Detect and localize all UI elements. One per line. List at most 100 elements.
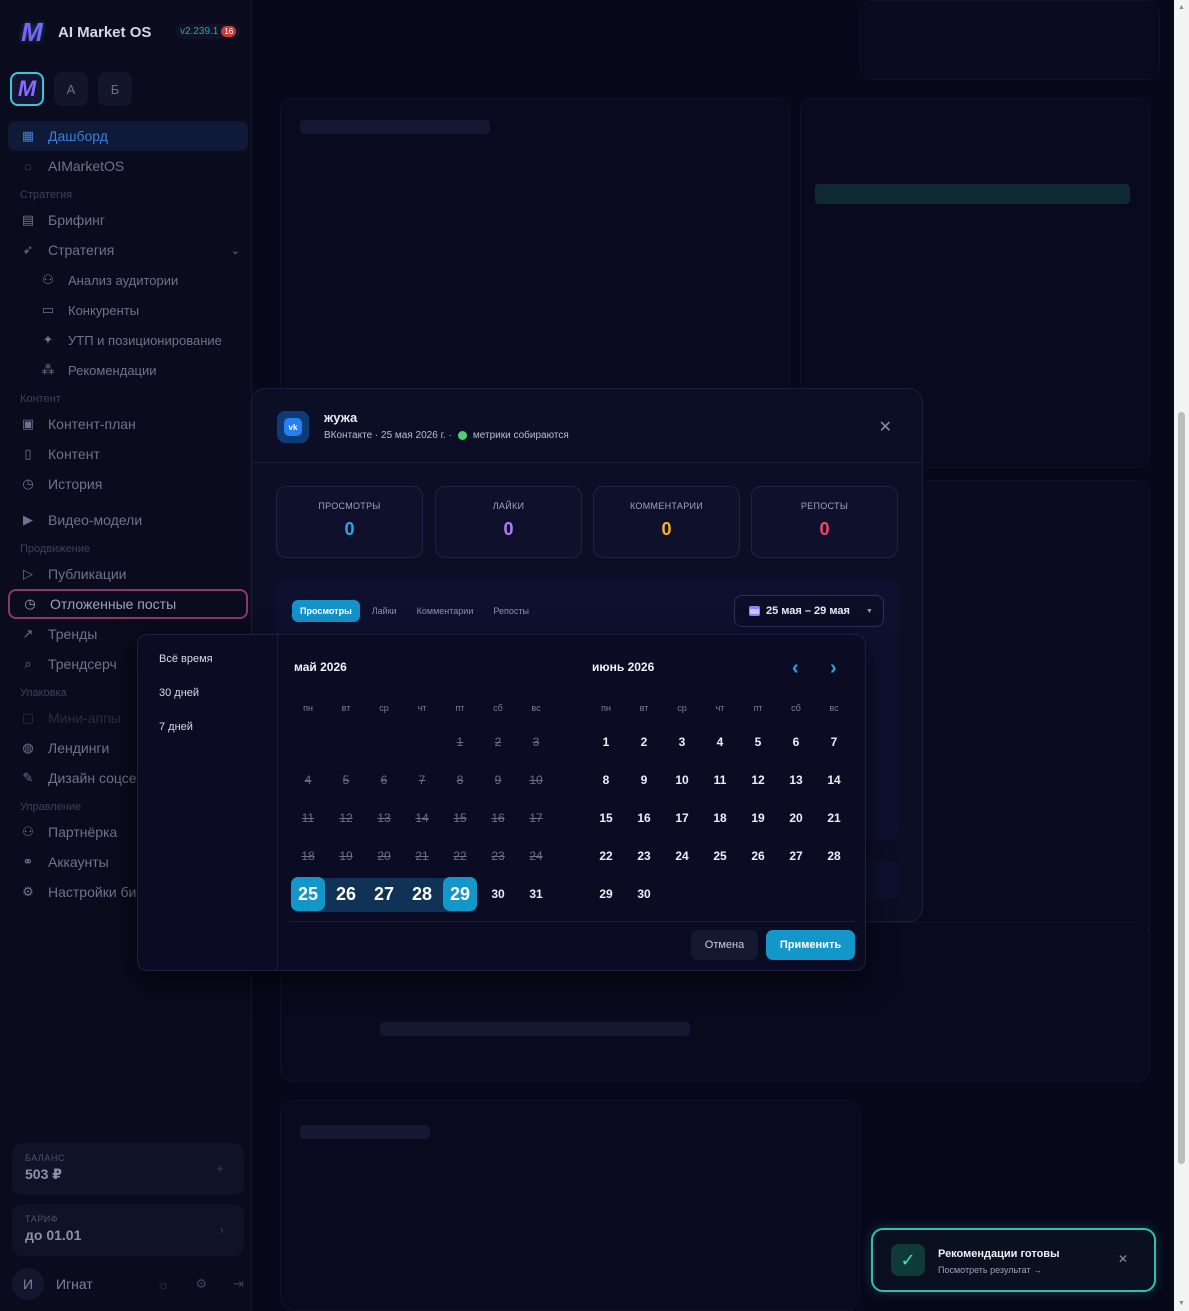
calendar-day[interactable]: 27 xyxy=(779,839,813,873)
calendar-day[interactable]: 9 xyxy=(627,763,661,797)
weekday-label: ср xyxy=(677,703,687,713)
rocket-icon: ➶ xyxy=(22,242,34,257)
sidebar-item-strategy[interactable]: ➶ Стратегия ⌄ xyxy=(8,235,248,265)
calendar-day[interactable]: 1 xyxy=(589,725,623,759)
calendar-day[interactable]: 12 xyxy=(741,763,775,797)
calendar-day[interactable]: 7 xyxy=(817,725,851,759)
toast-link[interactable]: Посмотреть результат → xyxy=(938,1265,1042,1275)
send-icon: ▷ xyxy=(23,566,33,581)
metric-card: ПРОСМОТРЫ 0 xyxy=(276,486,423,558)
logout-icon[interactable]: ⇥ xyxy=(233,1276,244,1292)
chevron-right-icon[interactable]: › xyxy=(830,657,837,680)
preset-30-days[interactable]: 30 дней xyxy=(159,687,199,699)
sidebar-item-scheduled[interactable]: ◷ Отложенные посты xyxy=(8,589,248,619)
calendar-day[interactable]: 24 xyxy=(665,839,699,873)
cancel-button[interactable]: Отмена xyxy=(691,930,758,960)
calendar-day[interactable]: 29 xyxy=(589,877,623,911)
sidebar-item-dashboard[interactable]: ▦ Дашборд xyxy=(8,121,248,151)
scroll-up-arrow-icon[interactable]: ▲ xyxy=(1178,4,1185,11)
avatar[interactable]: И xyxy=(12,1268,44,1300)
plus-icon[interactable]: + xyxy=(216,1161,224,1176)
calendar-day[interactable]: 20 xyxy=(779,801,813,835)
calendar-day[interactable]: 27 xyxy=(367,877,401,911)
metric-tab[interactable]: Просмотры xyxy=(292,600,360,622)
toast-notification[interactable]: ✓ Рекомендации готовы Посмотреть результ… xyxy=(871,1228,1156,1292)
preset-all-time[interactable]: Всё время xyxy=(159,653,213,665)
apply-button[interactable]: Применить xyxy=(766,930,855,960)
sidebar-item-aimarketos[interactable]: ◌ AIMarketOS xyxy=(8,151,248,181)
close-icon[interactable]: ✕ xyxy=(1118,1252,1128,1266)
sidebar-item-video-models[interactable]: ▶ Видео-модели xyxy=(8,505,248,535)
sidebar-item-label: Брифинг xyxy=(48,212,105,228)
sidebar-item-content[interactable]: ▯ Контент xyxy=(8,439,248,469)
sidebar-item-publications[interactable]: ▷ Публикации xyxy=(8,559,248,589)
gear-icon[interactable]: ⚙ xyxy=(195,1276,207,1292)
month-title-may: май 2026 xyxy=(294,660,347,674)
calendar-day[interactable]: 26 xyxy=(329,877,363,911)
calendar-day[interactable]: 6 xyxy=(779,725,813,759)
workspace-a[interactable]: A xyxy=(54,72,88,106)
calendar-day[interactable]: 16 xyxy=(627,801,661,835)
brand[interactable]: M AI Market OS xyxy=(16,16,151,48)
sidebar-item-content-plan[interactable]: ▣ Контент-план xyxy=(8,409,248,439)
workspace-main-icon[interactable]: M xyxy=(10,72,44,106)
calendar-day[interactable]: 18 xyxy=(703,801,737,835)
sidebar-item-audience[interactable]: ⚇ Анализ аудитории xyxy=(8,265,248,295)
nodes-icon: ⁂ xyxy=(41,362,55,377)
scroll-down-arrow-icon[interactable]: ▼ xyxy=(1178,1300,1185,1307)
calendar-day[interactable]: 31 xyxy=(519,877,553,911)
calendar-day[interactable]: 15 xyxy=(589,801,623,835)
calendar-day[interactable]: 25 xyxy=(291,877,325,911)
calendar-day[interactable]: 23 xyxy=(627,839,661,873)
toast-title: Рекомендации готовы xyxy=(938,1248,1060,1260)
calendar-day[interactable]: 19 xyxy=(741,801,775,835)
calendar-day[interactable]: 14 xyxy=(817,763,851,797)
calendar-day[interactable]: 13 xyxy=(779,763,813,797)
chevron-right-icon[interactable]: › xyxy=(220,1222,224,1237)
sun-icon[interactable]: ☼ xyxy=(158,1277,170,1292)
calendar-day[interactable]: 3 xyxy=(665,725,699,759)
chevron-left-icon[interactable]: ‹ xyxy=(792,657,799,680)
calendar-day[interactable]: 30 xyxy=(627,877,661,911)
preset-7-days[interactable]: 7 дней xyxy=(159,721,193,733)
calendar-day[interactable]: 29 xyxy=(443,877,477,911)
month-title-june: июнь 2026 xyxy=(592,660,655,674)
weekday-label: чт xyxy=(715,703,725,713)
metric-label: ПРОСМОТРЫ xyxy=(318,501,381,511)
calendar-day[interactable]: 30 xyxy=(481,877,515,911)
workspace-b[interactable]: Б xyxy=(98,72,132,106)
calendar-day[interactable]: 28 xyxy=(817,839,851,873)
sidebar-item-label: Тренды xyxy=(48,626,98,642)
metric-tab[interactable]: Лайки xyxy=(364,600,405,622)
calendar-day[interactable]: 10 xyxy=(665,763,699,797)
calendar-day[interactable]: 28 xyxy=(405,877,439,911)
calendar-day: 14 xyxy=(415,811,429,825)
scrollbar[interactable]: ▲ ▼ xyxy=(1174,0,1189,1311)
sidebar-item-usp[interactable]: ✦ УТП и позиционирование xyxy=(8,325,248,355)
calendar-day[interactable]: 22 xyxy=(589,839,623,873)
sidebar-item-recommendations[interactable]: ⁂ Рекомендации xyxy=(8,355,248,385)
calendar-day: 15 xyxy=(453,811,467,825)
calendar-day[interactable]: 11 xyxy=(703,763,737,797)
sidebar-item-history[interactable]: ◷ История xyxy=(8,469,248,499)
tariff-card[interactable]: ТАРИФ до 01.01 › xyxy=(12,1204,244,1256)
calendar-day[interactable]: 17 xyxy=(665,801,699,835)
calendar-day[interactable]: 8 xyxy=(589,763,623,797)
metric-tab[interactable]: Репосты xyxy=(485,600,537,622)
balance-card[interactable]: БАЛАНС 503 ₽ + xyxy=(12,1143,244,1195)
date-range-button[interactable]: 25 мая – 29 мая ▼ xyxy=(734,595,884,627)
calendar-day[interactable]: 21 xyxy=(817,801,851,835)
metric-tab[interactable]: Комментарии xyxy=(409,600,482,622)
monitor-icon: ▭ xyxy=(41,302,55,317)
close-icon[interactable]: ✕ xyxy=(879,417,892,437)
calendar-day[interactable]: 26 xyxy=(741,839,775,873)
calendar-day[interactable]: 2 xyxy=(627,725,661,759)
calendar-day[interactable]: 25 xyxy=(703,839,737,873)
calendar-day[interactable]: 4 xyxy=(703,725,737,759)
sidebar-item-competitors[interactable]: ▭ Конкуренты xyxy=(8,295,248,325)
sidebar-item-label: Трендсерч xyxy=(48,656,117,672)
scrollbar-thumb[interactable] xyxy=(1178,412,1185,1164)
calendar-day[interactable]: 5 xyxy=(741,725,775,759)
sidebar-item-brief[interactable]: ▤ Брифинг xyxy=(8,205,248,235)
sparkle-icon: ✦ xyxy=(42,332,54,347)
